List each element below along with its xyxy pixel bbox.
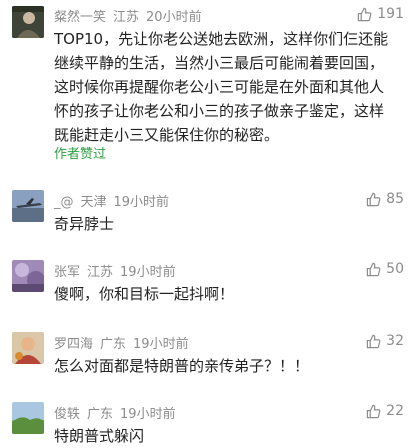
like-button[interactable]: 191 — [357, 6, 404, 22]
location: 天津 — [80, 195, 107, 210]
timestamp: 20小时前 — [146, 10, 202, 25]
like-button[interactable]: 85 — [366, 191, 404, 207]
location: 广东 — [87, 407, 114, 422]
avatar[interactable] — [12, 402, 44, 434]
comment-text: 奇异脖士 — [54, 215, 115, 233]
comment-line: 怀的孩子让你老公和小三的孩子做亲子鉴定，这样 — [54, 102, 385, 120]
comment-meta: _@ 天津 19小时前 — [54, 191, 176, 210]
author-liked-badge: 作者赞过 — [54, 147, 107, 162]
comment-meta: 罗四海 广东 19小时前 — [54, 333, 196, 352]
timestamp: 19小时前 — [113, 195, 170, 210]
thumbs-up-icon — [366, 334, 381, 348]
comment-meta: 粲然一笑 江苏 20小时前 — [54, 6, 209, 25]
avatar[interactable] — [12, 332, 44, 364]
thumbs-up-icon — [366, 192, 381, 206]
comment-line: 这时候你再提醒你老公小三可能是在外面和其他人 — [54, 78, 385, 96]
timestamp: 19小时前 — [133, 337, 189, 352]
comment-text: 傻啊，你和目标一起抖啊！ — [54, 285, 235, 303]
username[interactable]: _@ — [54, 195, 74, 210]
timestamp: 19小时前 — [120, 407, 176, 422]
location: 江苏 — [87, 265, 114, 280]
username[interactable]: 罗四海 — [54, 337, 93, 352]
comment-meta: 张军 江苏 19小时前 — [54, 261, 183, 280]
like-count: 32 — [386, 333, 404, 349]
comment-line: 继续平静的生活，当然小三最后可能闹着要回国， — [54, 54, 385, 72]
comment-text: 怎么对面都是特朗普的亲传弟子？！！ — [54, 357, 310, 375]
comment-text: TOP10，先让你老公送她去欧洲，这样你们仨还能 继续平静的生活，当然小三最后可… — [54, 27, 400, 147]
like-count: 191 — [377, 6, 404, 22]
like-count: 22 — [386, 403, 404, 419]
username[interactable]: 粲然一笑 — [54, 10, 106, 25]
avatar[interactable] — [12, 260, 44, 292]
avatar[interactable] — [12, 190, 44, 222]
thumbs-up-icon — [366, 404, 381, 418]
thumbs-up-icon — [358, 7, 372, 21]
location: 江苏 — [113, 10, 140, 25]
like-count: 85 — [386, 191, 404, 207]
avatar[interactable] — [12, 6, 44, 38]
like-button[interactable]: 32 — [366, 333, 404, 349]
comment-text: 特朗普式躲闪 — [54, 427, 145, 445]
location: 广东 — [100, 337, 127, 352]
like-count: 50 — [386, 261, 404, 277]
comment-line: TOP10，先让你老公送她去欧洲，这样你们仨还能 — [54, 30, 389, 48]
like-button[interactable]: 22 — [366, 403, 404, 419]
username[interactable]: 张军 — [54, 265, 80, 280]
thumbs-up-icon — [366, 262, 381, 276]
like-button[interactable]: 50 — [366, 261, 404, 277]
username[interactable]: 俊轶 — [54, 407, 80, 422]
timestamp: 19小时前 — [120, 265, 176, 280]
comment-meta: 俊轶 广东 19小时前 — [54, 403, 183, 422]
